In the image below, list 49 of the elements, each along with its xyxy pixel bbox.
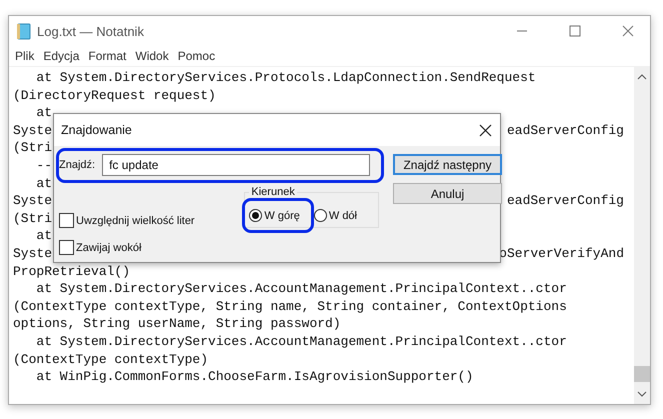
log-line: (DirectoryRequest request) bbox=[13, 86, 216, 104]
scroll-down-icon[interactable] bbox=[637, 390, 647, 398]
log-line: (ContextType contextType, String name, String container, ContextOptions bbox=[13, 298, 567, 316]
find-label: Znajdź: bbox=[59, 159, 96, 171]
radio-button[interactable] bbox=[249, 209, 262, 222]
log-line: at bbox=[35, 174, 52, 192]
radio-button[interactable] bbox=[314, 209, 327, 222]
find-field[interactable]: fc update bbox=[102, 154, 370, 176]
menu-item[interactable]: Edycja bbox=[43, 49, 80, 63]
log-line: eadServerConfig bbox=[506, 192, 624, 210]
checkbox[interactable] bbox=[59, 213, 74, 228]
log-line: oServerVerifyAnd bbox=[499, 244, 624, 263]
close-icon[interactable] bbox=[479, 124, 492, 136]
dialog-button[interactable]: Anuluj bbox=[393, 183, 502, 204]
log-line: at bbox=[35, 227, 52, 245]
checkbox-label[interactable]: Zawijaj wokół bbox=[76, 242, 142, 254]
log-line: (ContextType contextType) bbox=[13, 350, 208, 368]
menu-item[interactable]: Pomoc bbox=[178, 49, 216, 63]
scroll-thumb[interactable] bbox=[634, 366, 650, 382]
log-line: Syste bbox=[13, 122, 52, 140]
log-line: eadServerConfig bbox=[506, 122, 624, 140]
group-label: Kierunek bbox=[250, 186, 296, 198]
scroll-up-icon[interactable] bbox=[637, 73, 647, 81]
log-line: PropRetrieval() bbox=[13, 262, 130, 280]
log-line: at System.DirectoryServices.AccountManagement.PrincipalContext..ctor bbox=[35, 280, 567, 298]
dialog-title: Znajdowanie bbox=[61, 123, 132, 137]
log-line: at System.DirectoryServices.Protocols.LdapConnection.SendRequest bbox=[35, 69, 536, 87]
log-line: options, String userName, String password) bbox=[13, 315, 341, 333]
notepad-icon bbox=[16, 22, 32, 40]
log-line: Syste bbox=[13, 244, 52, 263]
log-line: Syste bbox=[13, 192, 52, 210]
log-line: -- bbox=[35, 156, 52, 175]
radio-label[interactable]: W górę bbox=[264, 210, 300, 222]
dialog-button[interactable]: Znajdź następny bbox=[393, 154, 502, 175]
checkbox[interactable] bbox=[59, 240, 74, 255]
scrollbar[interactable] bbox=[634, 67, 650, 404]
highlight-outline bbox=[242, 198, 314, 233]
log-line: (Stri bbox=[13, 139, 52, 157]
log-line: at WinPig.CommonForms.ChooseFarm.IsAgrovisionSupporter() bbox=[35, 368, 474, 386]
log-line: (Stri bbox=[13, 210, 52, 228]
radio-label[interactable]: W dół bbox=[328, 210, 357, 222]
menu-item[interactable]: Plik bbox=[15, 49, 34, 63]
log-line: at System.DirectoryServices.AccountManagement.PrincipalContext..ctor bbox=[35, 332, 567, 350]
log-line: at bbox=[35, 104, 52, 122]
window-title: Log.txt — Notatnik bbox=[37, 24, 144, 38]
checkbox-label[interactable]: Uwzględnij wielkość liter bbox=[76, 214, 195, 226]
maximize-icon[interactable] bbox=[569, 25, 581, 37]
menu-item[interactable]: Widok bbox=[135, 49, 169, 63]
menu-item[interactable]: Format bbox=[88, 49, 126, 63]
